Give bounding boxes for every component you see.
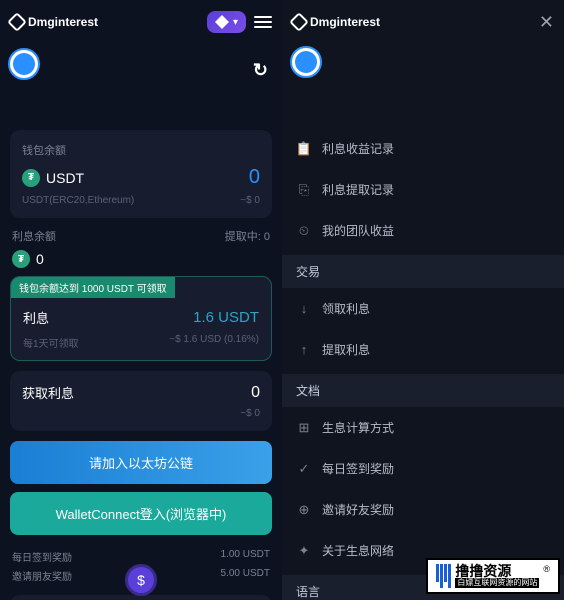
wallet-amount: 0 <box>249 166 260 189</box>
close-icon[interactable]: ✕ <box>539 12 554 33</box>
interest-title: 利息 <box>23 308 49 327</box>
fab-button[interactable]: $ <box>125 564 157 596</box>
brand-logo-icon <box>289 12 309 32</box>
menu-icon: ⏲ <box>296 223 312 239</box>
brand: Dmginterest <box>292 15 380 29</box>
threshold-badge: 钱包余额达到 1000 USDT 可领取 <box>11 277 175 298</box>
interest-balance-label: 利息余额 <box>12 228 56 244</box>
interest-freq: 每1天可领取 <box>23 335 79 350</box>
menu-icon: ⊞ <box>296 420 312 436</box>
menu-item-label: 生息计算方式 <box>322 419 394 436</box>
wallet-chain: USDT(ERC20,Ethereum) <box>22 195 134 206</box>
menu-icon: ↑ <box>296 342 312 358</box>
wallet-balance-card: 钱包余额 ₮ USDT 0 USDT(ERC20,Ethereum) ~$ 0 <box>10 130 272 218</box>
menu-icon: ✓ <box>296 461 312 477</box>
menu-item[interactable]: ⊕ 邀请好友奖励 <box>282 489 564 530</box>
menu-section-header: 文档 <box>282 374 564 407</box>
menu-icon: ⊕ <box>296 502 312 518</box>
menu-item-label: 邀请好友奖励 <box>322 501 394 518</box>
chevron-down-icon: ▾ <box>233 17 238 28</box>
watermark-main: 撸撸资源 <box>455 564 539 578</box>
earn-usd: ~$ 0 <box>240 408 260 419</box>
menu-item-label: 利息提取记录 <box>322 181 394 198</box>
interest-card: 钱包余额达到 1000 USDT 可领取 利息 1.6 USDT 每1天可领取 … <box>10 276 272 361</box>
earn-title: 获取利息 <box>22 383 74 402</box>
withdrawing-label: 提取中: 0 <box>225 228 270 244</box>
invite-reward-label: 邀请朋友奖励 <box>12 568 72 583</box>
menu-item[interactable]: ✓ 每日签到奖励 <box>282 448 564 489</box>
interest-usd: ~$ 1.6 USD (0.16%) <box>169 334 259 345</box>
ethereum-icon <box>215 15 229 29</box>
menu-item-label: 领取利息 <box>322 300 370 317</box>
menu-item-label: 每日签到奖励 <box>322 460 394 477</box>
brand-text: Dmginterest <box>310 15 380 29</box>
brand-text: Dmginterest <box>28 15 98 29</box>
menu-item[interactable]: ⏲ 我的团队收益 <box>282 210 564 251</box>
menu-item[interactable]: ↓ 领取利息 <box>282 288 564 329</box>
brand-logo-icon <box>7 12 27 32</box>
menu-item-label: 提取利息 <box>322 341 370 358</box>
brand: Dmginterest <box>10 15 98 29</box>
wallet-usd: ~$ 0 <box>240 195 260 206</box>
wallet-token: USDT <box>46 170 84 186</box>
interest-amount: 1.6 USDT <box>193 309 259 326</box>
wallet-label: 钱包余额 <box>22 142 260 158</box>
menu-item-label: 利息收益记录 <box>322 140 394 157</box>
earn-amount: 0 <box>251 384 260 402</box>
menu-icon: 📋 <box>296 141 312 157</box>
menu-button[interactable] <box>254 16 272 28</box>
menu-section-header: 交易 <box>282 255 564 288</box>
daily-reward-label: 每日签到奖励 <box>12 549 72 564</box>
menu-item[interactable]: ⊞ 生息计算方式 <box>282 407 564 448</box>
chain-selector[interactable]: ▾ <box>207 11 246 33</box>
watermark: 撸撸资源 白嫖互联网资源的网站 ® <box>426 558 560 594</box>
daily-reward-value: 1.00 USDT <box>221 549 270 564</box>
avatar[interactable] <box>8 48 40 80</box>
menu-item-label: 我的团队收益 <box>322 222 394 239</box>
menu-icon: ⎘ <box>296 182 312 198</box>
earn-card: 获取利息 0 ~$ 0 <box>10 371 272 431</box>
usdt-icon: ₮ <box>12 250 30 268</box>
menu-item[interactable]: 📋 利息收益记录 <box>282 128 564 169</box>
avatar[interactable] <box>290 46 322 78</box>
refresh-button[interactable]: ↻ <box>253 60 268 81</box>
walletconnect-button[interactable]: WalletConnect登入(浏览器中) <box>10 492 272 535</box>
join-chain-button[interactable]: 请加入以太坊公链 <box>10 441 272 484</box>
menu-icon: ↓ <box>296 301 312 317</box>
menu-item[interactable]: ⎘ 利息提取记录 <box>282 169 564 210</box>
menu-icon: ✦ <box>296 543 312 559</box>
interest-balance-amount: 0 <box>36 251 44 267</box>
watermark-sub: 白嫖互联网资源的网站 <box>455 578 539 588</box>
menu-item[interactable]: ↑ 提取利息 <box>282 329 564 370</box>
menu-item-label: 关于生息网络 <box>322 542 394 559</box>
usdt-icon: ₮ <box>22 169 40 187</box>
invite-reward-value: 5.00 USDT <box>221 568 270 583</box>
